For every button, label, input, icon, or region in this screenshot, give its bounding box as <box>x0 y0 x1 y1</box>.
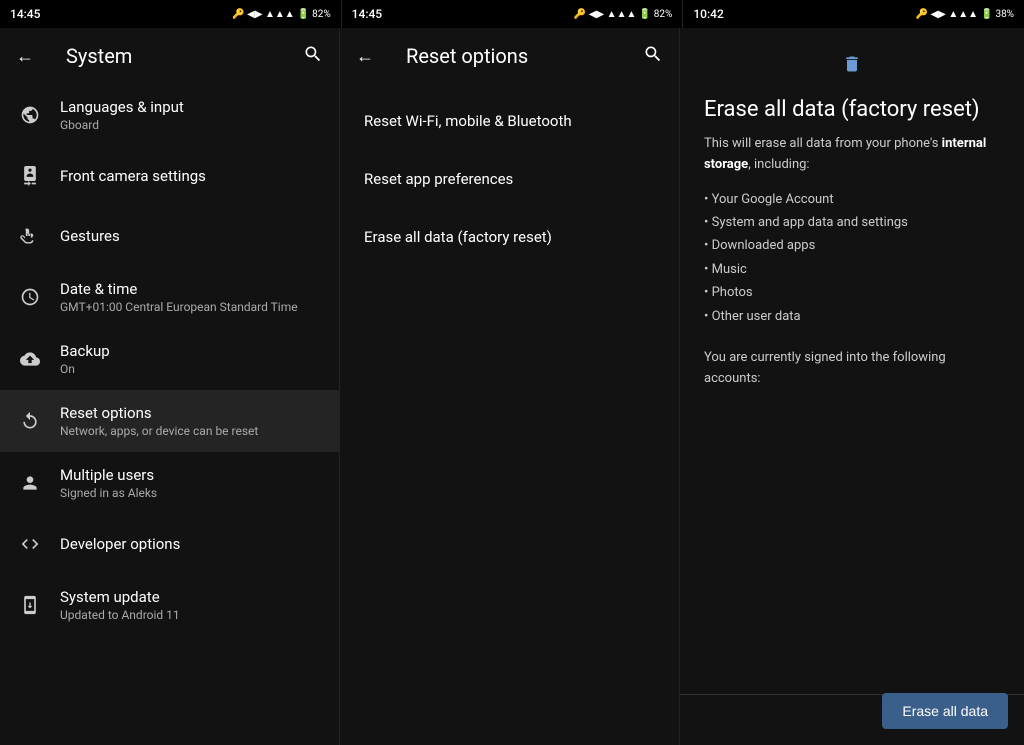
icons-2: 🔑 ◀▶ ▲▲▲ 🔋 82% <box>574 9 672 20</box>
datetime-subtitle: GMT+01:00 Central European Standard Time <box>60 300 323 314</box>
update-subtitle: Updated to Android 11 <box>60 608 323 622</box>
erase-list-item-4: • Photos <box>704 281 1000 304</box>
time-3: 10:42 <box>693 7 723 21</box>
settings-item-languages[interactable]: Languages & input Gboard <box>0 84 339 146</box>
reset-wifi-item[interactable]: Reset Wi-Fi, mobile & Bluetooth <box>340 92 679 150</box>
languages-subtitle: Gboard <box>60 118 323 132</box>
datetime-text: Date & time GMT+01:00 Central European S… <box>60 280 323 314</box>
panel-reset: ← Reset options Reset Wi-Fi, mobile & Bl… <box>340 28 680 745</box>
erase-list-item-5: • Other user data <box>704 305 1000 328</box>
gestures-text: Gestures <box>60 227 323 245</box>
clock-icon <box>16 287 44 307</box>
settings-list: Languages & input Gboard Front camera se… <box>0 84 339 745</box>
camera-front-icon <box>16 166 44 186</box>
accounts-section: You are currently signed into the follow… <box>704 348 1000 390</box>
erase-desc-suffix: , including: <box>748 157 809 172</box>
users-subtitle: Signed in as Aleks <box>60 486 323 500</box>
developer-title: Developer options <box>60 535 323 553</box>
backup-text: Backup On <box>60 342 323 376</box>
settings-item-camera[interactable]: Front camera settings <box>0 146 339 206</box>
search-icon-reset[interactable] <box>643 44 663 69</box>
reset-icon <box>16 411 44 431</box>
panels: ← System Languages & input Gboard <box>0 28 1024 745</box>
icons-1: 🔑 ◀▶ ▲▲▲ 🔋 82% <box>232 9 330 20</box>
users-text: Multiple users Signed in as Aleks <box>60 466 323 500</box>
developer-text: Developer options <box>60 535 323 553</box>
reset-options-list: Reset Wi-Fi, mobile & Bluetooth Reset ap… <box>340 84 679 274</box>
erase-all-data-item[interactable]: Erase all data (factory reset) <box>340 208 679 266</box>
erase-title: Erase all data (factory reset) <box>704 97 1000 122</box>
erase-list-item-1: • System and app data and settings <box>704 211 1000 234</box>
erase-all-data-button[interactable]: Erase all data <box>882 693 1008 729</box>
gesture-icon <box>16 226 44 246</box>
camera-title: Front camera settings <box>60 167 323 185</box>
person-icon <box>16 473 44 493</box>
panel-system: ← System Languages & input Gboard <box>0 28 340 745</box>
backup-icon <box>16 349 44 369</box>
erase-list-item-0: • Your Google Account <box>704 188 1000 211</box>
backup-subtitle: On <box>60 362 323 376</box>
back-icon-system[interactable]: ← <box>16 46 34 67</box>
erase-button-container: Erase all data <box>882 693 1008 729</box>
time-1: 14:45 <box>10 7 40 21</box>
status-bar-2: 14:45 🔑 ◀▶ ▲▲▲ 🔋 82% <box>341 0 683 28</box>
datetime-title: Date & time <box>60 280 323 298</box>
search-icon-system[interactable] <box>303 44 323 69</box>
code-icon <box>16 534 44 554</box>
reset-header: ← Reset options <box>340 28 679 84</box>
reset-title-header: Reset options <box>390 28 627 84</box>
update-title: System update <box>60 588 323 606</box>
erase-list-item-2: • Downloaded apps <box>704 234 1000 257</box>
backup-title: Backup <box>60 342 323 360</box>
settings-item-developer[interactable]: Developer options <box>0 514 339 574</box>
languages-text: Languages & input Gboard <box>60 98 323 132</box>
reset-text: Reset options Network, apps, or device c… <box>60 404 323 438</box>
back-icon-reset[interactable]: ← <box>356 46 374 67</box>
erase-desc-prefix: This will erase all data from your phone… <box>704 136 942 151</box>
settings-item-reset[interactable]: Reset options Network, apps, or device c… <box>0 390 339 452</box>
time-2: 14:45 <box>352 7 382 21</box>
status-bar-3: 10:42 🔑 ◀▶ ▲▲▲ 🔋 38% <box>682 0 1024 28</box>
status-bar-1: 14:45 🔑 ◀▶ ▲▲▲ 🔋 82% <box>0 0 341 28</box>
erase-list: • Your Google Account • System and app d… <box>704 188 1000 328</box>
settings-item-users[interactable]: Multiple users Signed in as Aleks <box>0 452 339 514</box>
system-update-icon <box>16 595 44 615</box>
status-bars: 14:45 🔑 ◀▶ ▲▲▲ 🔋 82% 14:45 🔑 ◀▶ ▲▲▲ 🔋 82… <box>0 0 1024 28</box>
reset-subtitle: Network, apps, or device can be reset <box>60 424 323 438</box>
users-title: Multiple users <box>60 466 323 484</box>
languages-title: Languages & input <box>60 98 323 116</box>
settings-item-datetime[interactable]: Date & time GMT+01:00 Central European S… <box>0 266 339 328</box>
system-title: System <box>50 28 287 84</box>
erase-list-item-3: • Music <box>704 258 1000 281</box>
settings-item-update[interactable]: System update Updated to Android 11 <box>0 574 339 636</box>
panel-erase: Erase all data (factory reset) This will… <box>680 28 1024 745</box>
reset-title: Reset options <box>60 404 323 422</box>
camera-text: Front camera settings <box>60 167 323 185</box>
update-text: System update Updated to Android 11 <box>60 588 323 622</box>
trash-icon <box>842 48 862 81</box>
reset-app-prefs-item[interactable]: Reset app preferences <box>340 150 679 208</box>
icons-3: 🔑 ◀▶ ▲▲▲ 🔋 38% <box>916 9 1014 20</box>
settings-item-backup[interactable]: Backup On <box>0 328 339 390</box>
settings-item-gestures[interactable]: Gestures <box>0 206 339 266</box>
trash-icon-container <box>704 48 1000 81</box>
system-header: ← System <box>0 28 339 84</box>
gestures-title: Gestures <box>60 227 323 245</box>
globe-icon <box>16 105 44 125</box>
erase-description: This will erase all data from your phone… <box>704 134 1000 176</box>
